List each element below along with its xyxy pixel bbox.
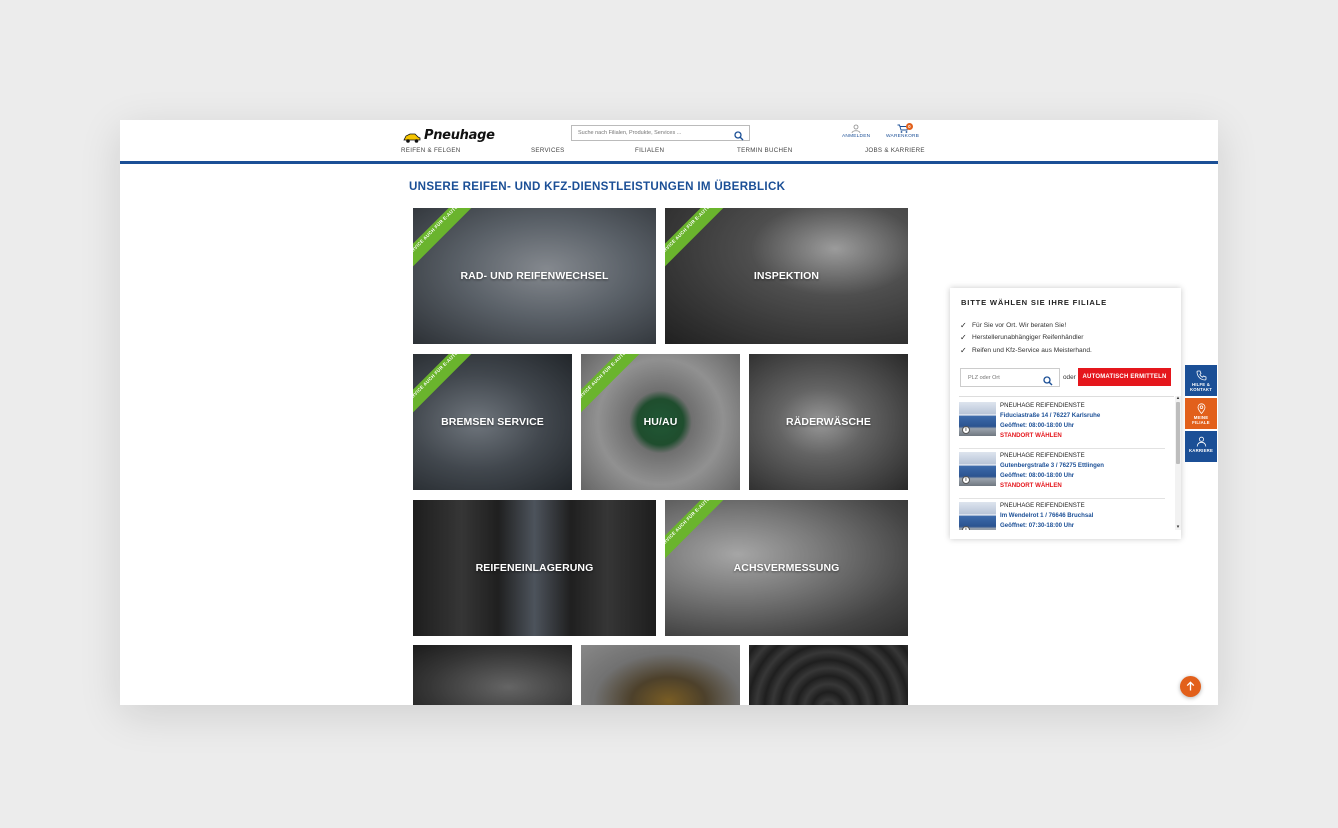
checkmark-icon: ✓ <box>960 320 967 330</box>
branch-list-item[interactable]: i PNEUHAGE REIFENDIENSTE Fiduciastraße 1… <box>959 399 1165 449</box>
scrollbar-thumb[interactable] <box>1176 402 1180 464</box>
branch-hours: Geöffnet: 08:00-18:00 Uhr <box>1000 422 1075 429</box>
logo-text: Pneuhage <box>424 127 495 143</box>
cart-count-badge: 0 <box>906 123 913 130</box>
branch-address: Fiduciastraße 14 / 76227 Karlsruhe <box>1000 412 1101 419</box>
benefit-item: ✓ Für Sie vor Ort. Wir beraten Sie! <box>960 320 1067 330</box>
tile-label: BREMSEN SERVICE <box>441 416 544 428</box>
branch-name: PNEUHAGE REIFENDIENSTE <box>1000 452 1085 459</box>
choose-branch-link[interactable]: STANDORT WÄHLEN <box>1000 432 1062 439</box>
benefit-item: ✓ Reifen und Kfz-Service aus Meisterhand. <box>960 345 1092 355</box>
search-icon[interactable] <box>734 128 744 141</box>
pneuhage-logo[interactable]: Pneuhage <box>403 127 495 143</box>
career-button[interactable]: KARRIERE <box>1185 431 1217 462</box>
benefit-item: ✓ Herstellerunabhängiger Reifenhändler <box>960 333 1084 343</box>
tile-label: RAD- UND REIFENWECHSEL <box>460 270 609 282</box>
my-branch-button[interactable]: MEINE FILIALE <box>1185 398 1217 429</box>
branch-photo: i <box>959 502 996 530</box>
phone-icon <box>1196 370 1206 381</box>
service-tile-reifeneinlagerung[interactable]: REIFENEINLAGERUNG <box>413 500 656 636</box>
help-contact-button[interactable]: HILFE & KONTAKT <box>1185 365 1217 396</box>
tile-label: ACHSVERMESSUNG <box>733 562 840 574</box>
info-icon: i <box>962 476 970 484</box>
person-icon <box>1196 436 1206 447</box>
nav-jobs-karriere[interactable]: JOBS & KARRIERE <box>865 147 925 154</box>
arrow-up-icon <box>1186 681 1195 691</box>
cart-button[interactable]: WARENKORB 0 <box>886 123 920 139</box>
service-tile-partial-2[interactable] <box>581 645 740 705</box>
browser-window: Pneuhage ANMELDEN WARENKORB 0 REIFEN & F… <box>120 120 1218 705</box>
search-input[interactable] <box>572 126 727 140</box>
info-icon: i <box>962 526 970 530</box>
branch-photo: i <box>959 402 996 436</box>
branch-list-item[interactable]: i PNEUHAGE REIFENDIENSTE Gutenbergstraße… <box>959 449 1165 499</box>
or-label: oder <box>1063 374 1076 381</box>
tile-label: INSPEKTION <box>753 270 820 282</box>
branch-address: Gutenbergstraße 3 / 76275 Ettlingen <box>1000 462 1104 469</box>
info-icon: i <box>962 426 970 434</box>
service-tile-raederwaesche[interactable]: RÄDERWÄSCHE <box>749 354 908 490</box>
auto-locate-button[interactable]: AUTOMATISCH ERMITTELN <box>1078 368 1171 386</box>
service-tile-partial-1[interactable] <box>413 645 572 705</box>
user-icon <box>851 124 861 133</box>
nav-services[interactable]: SERVICES <box>531 147 565 154</box>
branch-name: PNEUHAGE REIFENDIENSTE <box>1000 502 1085 509</box>
nav-filialen[interactable]: FILIALEN <box>635 147 664 154</box>
checkmark-icon: ✓ <box>960 333 967 343</box>
service-tile-hu-au[interactable]: SERVICE AUCH FÜR E-AUTOS HU/AU <box>581 354 740 490</box>
benefits-list: ✓ Für Sie vor Ort. Wir beraten Sie! ✓ Hers… <box>960 319 1092 357</box>
service-tile-inspektion[interactable]: SERVICE AUCH FÜR E-AUTOS INSPEKTION <box>665 208 908 344</box>
scroll-down-icon[interactable]: ▾ <box>1175 525 1181 530</box>
branch-list: i PNEUHAGE REIFENDIENSTE Fiduciastraße 1… <box>959 396 1174 530</box>
scroll-up-icon[interactable]: ▴ <box>1175 396 1181 401</box>
tile-label: HU/AU <box>643 416 678 428</box>
branch-list-item[interactable]: i PNEUHAGE REIFENDIENSTE Im Wendelrot 1 … <box>959 499 1165 530</box>
side-button-label: HILFE & KONTAKT <box>1189 382 1213 392</box>
nav-termin-buchen[interactable]: TERMIN BUCHEN <box>737 147 792 154</box>
page-title: UNSERE REIFEN- UND KFZ-DIENSTLEISTUNGEN … <box>409 180 786 193</box>
branch-list-scrollbar[interactable]: ▴ ▾ <box>1175 396 1181 530</box>
site-header: Pneuhage ANMELDEN WARENKORB 0 REIFEN & F… <box>120 120 1218 164</box>
choose-branch-link[interactable]: STANDORT WÄHLEN <box>1000 482 1062 489</box>
checkmark-icon: ✓ <box>960 345 967 355</box>
plz-search <box>960 368 1060 387</box>
branch-panel-title: BITTE WÄHLEN SIE IHRE FILIALE <box>961 298 1107 307</box>
plz-input[interactable] <box>961 369 1041 386</box>
tile-label: REIFENEINLAGERUNG <box>475 562 594 574</box>
branch-name: PNEUHAGE REIFENDIENSTE <box>1000 402 1085 409</box>
branch-hours: Geöffnet: 07:30-18:00 Uhr <box>1000 522 1075 529</box>
site-search <box>571 125 750 141</box>
tile-label: RÄDERWÄSCHE <box>786 416 871 428</box>
branch-photo: i <box>959 452 996 486</box>
main-nav: REIFEN & FELGEN SERVICES FILIALEN TERMIN… <box>401 147 925 156</box>
login-button[interactable]: ANMELDEN <box>842 124 870 139</box>
branch-address: Im Wendelrot 1 / 76646 Bruchsal <box>1000 512 1094 519</box>
car-logo-icon <box>403 130 421 143</box>
branch-selector-panel: BITTE WÄHLEN SIE IHRE FILIALE ✓ Für Sie v… <box>950 288 1181 539</box>
scroll-to-top-button[interactable] <box>1180 676 1201 697</box>
cart-label: WARENKORB <box>886 134 920 139</box>
side-button-label: KARRIERE <box>1188 448 1214 453</box>
service-tile-bremsen[interactable]: SERVICE AUCH FÜR E-AUTOS BREMSEN SERVICE <box>413 354 572 490</box>
service-tile-reifenwechsel[interactable]: SERVICE AUCH FÜR E-AUTOS RAD- UND REIFEN… <box>413 208 656 344</box>
branch-hours: Geöffnet: 08:00-18:00 Uhr <box>1000 472 1075 479</box>
service-tile-achsvermessung[interactable]: SERVICE AUCH FÜR E-AUTOS ACHSVERMESSUNG <box>665 500 908 636</box>
nav-reifen-felgen[interactable]: REIFEN & FELGEN <box>401 147 461 154</box>
side-button-label: MEINE FILIALE <box>1192 415 1210 425</box>
service-tile-partial-3[interactable] <box>749 645 908 705</box>
search-icon[interactable] <box>1043 373 1053 386</box>
location-pin-icon <box>1197 403 1205 414</box>
login-label: ANMELDEN <box>842 134 871 139</box>
